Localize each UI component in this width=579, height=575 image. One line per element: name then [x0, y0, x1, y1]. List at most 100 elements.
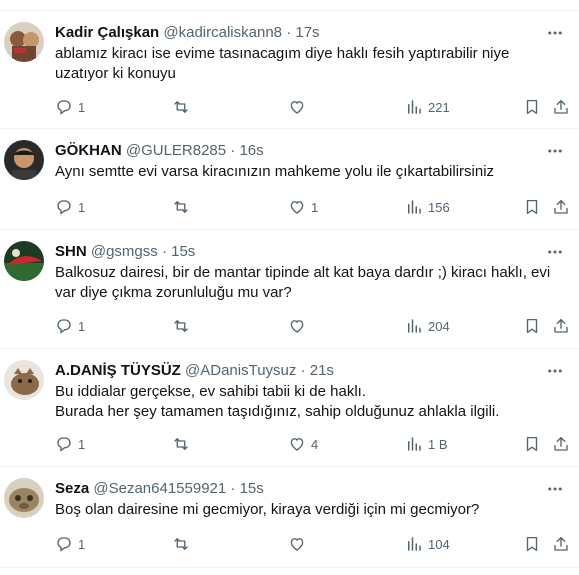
reply-button[interactable]: 1 [55, 432, 85, 456]
retweet-icon [174, 101, 188, 113]
like-button[interactable] [288, 532, 306, 556]
action-bar: 1 104 [55, 532, 579, 556]
views-button[interactable]: 104 [405, 532, 450, 556]
reply-button[interactable]: 1 [55, 314, 85, 338]
timestamp[interactable]: 15s [171, 243, 195, 260]
timestamp[interactable]: 21s [310, 362, 334, 379]
tweet[interactable]: Kadir Çalışkan @kadircaliskann8 · 17s ab… [0, 11, 579, 129]
like-button[interactable]: 1 [288, 195, 318, 219]
user-handle[interactable]: @Sezan641559921 [93, 480, 226, 497]
user-handle[interactable]: @kadircaliskann8 [163, 24, 282, 41]
heart-icon [290, 320, 304, 333]
avatar[interactable] [4, 360, 44, 400]
display-name[interactable]: Kadir Çalışkan [55, 24, 159, 41]
more-options-button[interactable] [543, 360, 567, 382]
avatar[interactable] [4, 241, 44, 281]
avatar[interactable] [4, 478, 44, 518]
views-button[interactable]: 156 [405, 195, 450, 219]
more-horizontal-icon [548, 369, 562, 373]
bookmark-button[interactable] [523, 532, 541, 556]
timestamp[interactable]: 15s [240, 480, 264, 497]
retweet-icon [174, 438, 188, 450]
tweet-text-line: ablamız kiracı ise evime tasınacagım diy… [55, 45, 510, 62]
reply-count: 1 [78, 318, 86, 334]
reply-icon [57, 437, 71, 452]
views-button[interactable]: 1 B [405, 432, 448, 456]
heart-icon [290, 201, 304, 214]
heart-icon [290, 538, 304, 551]
display-name[interactable]: A.DANİŞ TÜYSÜZ [55, 362, 181, 379]
like-button[interactable]: 4 [288, 432, 318, 456]
share-icon [554, 436, 568, 451]
tweet-text-line: var diye çıkma zorunluluğu mu var? [55, 284, 292, 301]
views-button[interactable]: 221 [405, 95, 450, 119]
retweet-button[interactable] [172, 195, 190, 219]
heart-icon [290, 101, 304, 114]
like-count: 4 [311, 436, 319, 452]
timestamp[interactable]: 16s [239, 142, 263, 159]
heart-icon [290, 438, 304, 451]
reply-icon [57, 319, 71, 334]
avatar[interactable] [4, 140, 44, 180]
tweet-text: Balkosuz dairesi, bir de mantar tipinde … [55, 263, 567, 303]
more-horizontal-icon [548, 149, 562, 153]
tweet[interactable]: A.DANİŞ TÜYSÜZ @ADanisTuysuz · 21s Bu id… [0, 349, 579, 467]
more-options-button[interactable] [543, 478, 567, 500]
bookmark-icon [526, 199, 538, 215]
view-count: 1 B [428, 436, 448, 452]
reply-count: 1 [78, 199, 86, 215]
bookmark-button[interactable] [523, 314, 541, 338]
tweet-text-line: Boş olan dairesine mi gecmiyor, kiraya v… [55, 501, 480, 518]
reply-icon [57, 100, 71, 115]
view-count: 156 [428, 199, 450, 215]
share-icon [554, 99, 568, 114]
tweet[interactable]: Seza @Sezan641559921 · 15s Boş olan dair… [0, 467, 579, 568]
retweet-button[interactable] [172, 432, 190, 456]
share-button[interactable] [552, 432, 570, 456]
view-count: 204 [428, 318, 450, 334]
display-name[interactable]: SHN [55, 243, 87, 260]
display-name[interactable]: GÖKHAN [55, 142, 122, 159]
more-options-button[interactable] [543, 22, 567, 44]
share-button[interactable] [552, 314, 570, 338]
retweet-icon [174, 201, 188, 213]
tweet[interactable]: GÖKHAN @GULER8285 · 16s Aynı semtte evi … [0, 129, 579, 230]
tweet-text-line: uzatıyor ki konuyu [55, 65, 176, 82]
user-handle[interactable]: @ADanisTuysuz [185, 362, 296, 379]
separator-dot: · [286, 24, 292, 41]
more-options-button[interactable] [543, 241, 567, 263]
more-horizontal-icon [548, 487, 562, 491]
views-bar-chart-icon [408, 100, 421, 114]
more-horizontal-icon [548, 250, 562, 254]
reply-button[interactable]: 1 [55, 195, 85, 219]
like-button[interactable] [288, 314, 306, 338]
share-button[interactable] [552, 95, 570, 119]
avatar[interactable] [4, 22, 44, 62]
retweet-icon [174, 538, 188, 550]
views-bar-chart-icon [408, 319, 421, 333]
share-button[interactable] [552, 195, 570, 219]
views-button[interactable]: 204 [405, 314, 450, 338]
display-name[interactable]: Seza [55, 480, 89, 497]
separator-dot: · [300, 362, 306, 379]
like-button[interactable] [288, 95, 306, 119]
reply-button[interactable]: 1 [55, 532, 85, 556]
retweet-button[interactable] [172, 95, 190, 119]
more-options-button[interactable] [543, 140, 567, 162]
timestamp[interactable]: 17s [295, 24, 319, 41]
reply-count: 1 [78, 436, 86, 452]
tweet[interactable]: SHN @gsmgss · 15s Balkosuz dairesi, bir … [0, 230, 579, 349]
share-icon [554, 199, 568, 214]
retweet-button[interactable] [172, 532, 190, 556]
tweet-text-line: Balkosuz dairesi, bir de mantar tipinde … [55, 264, 551, 281]
reply-button[interactable]: 1 [55, 95, 85, 119]
retweet-button[interactable] [172, 314, 190, 338]
bookmark-icon [526, 318, 538, 334]
action-bar: 1 221 [55, 95, 579, 119]
share-button[interactable] [552, 532, 570, 556]
bookmark-button[interactable] [523, 195, 541, 219]
bookmark-button[interactable] [523, 432, 541, 456]
user-handle[interactable]: @GULER8285 [126, 142, 226, 159]
bookmark-button[interactable] [523, 95, 541, 119]
user-handle[interactable]: @gsmgss [91, 243, 158, 260]
